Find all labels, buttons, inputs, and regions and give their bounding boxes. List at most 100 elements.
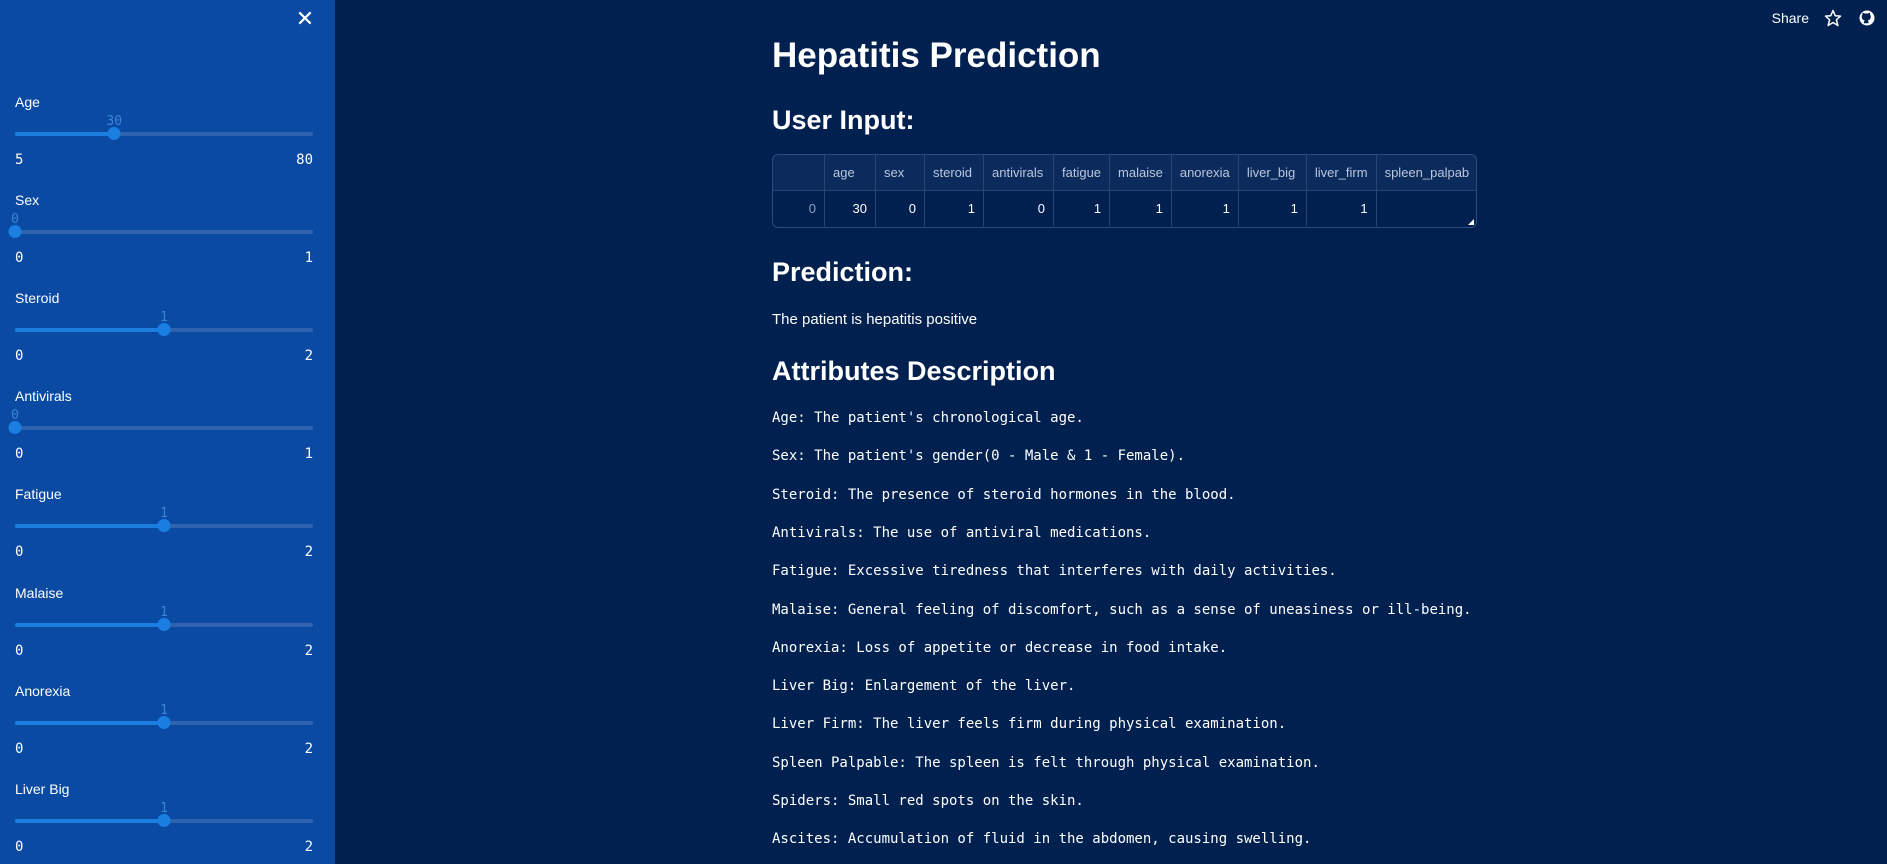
slider-fill xyxy=(15,819,164,823)
slider-max: 2 xyxy=(304,643,313,659)
slider-label: Anorexia xyxy=(15,683,71,699)
table-cell[interactable] xyxy=(1376,190,1476,226)
slider-thumb[interactable] xyxy=(157,519,171,532)
attribute-description: Anorexia: Loss of appetite or decrease i… xyxy=(772,639,1228,656)
table-column-header[interactable]: sex xyxy=(875,155,925,191)
slider-sex: Sex 0 0 1 xyxy=(8,192,313,282)
table-column-header[interactable]: liver_big xyxy=(1238,155,1307,191)
page-title: Hepatitis Prediction xyxy=(772,36,1101,75)
resize-handle-icon[interactable] xyxy=(1468,219,1474,225)
slider-min: 0 xyxy=(15,544,24,560)
table-cell[interactable]: 1 xyxy=(1238,190,1307,226)
attribute-description: Ascites: Accumulation of fluid in the ab… xyxy=(772,831,1312,848)
sidebar: ✕ Age 30 5 80 Sex 0 0 1 Steroid 1 0 2 Antivirals 0 0 1 F… xyxy=(0,0,335,864)
slider-track[interactable] xyxy=(15,519,313,532)
attribute-description: Sex: The patient's gender(0 - Male & 1 -… xyxy=(772,448,1186,465)
slider-track[interactable] xyxy=(15,127,313,140)
slider-thumb[interactable] xyxy=(157,814,171,827)
table-row-index[interactable]: 0 xyxy=(773,190,825,226)
table-column-header[interactable]: anorexia xyxy=(1171,155,1239,191)
slider-fill xyxy=(15,328,164,332)
slider-label: Steroid xyxy=(15,290,60,306)
attribute-description: Spleen Palpable: The spleen is felt thro… xyxy=(772,754,1320,771)
table-row: 0 30 0 1 0 1 1 1 1 1 xyxy=(773,190,1476,226)
slider-thumb[interactable] xyxy=(157,716,171,729)
table-column-header[interactable]: steroid xyxy=(924,155,984,191)
table-cell[interactable]: 1 xyxy=(1053,190,1111,226)
table-cell[interactable]: 1 xyxy=(1109,190,1172,226)
slider-track[interactable] xyxy=(15,716,313,729)
slider-min: 0 xyxy=(15,348,24,364)
table-column-header[interactable]: antivirals xyxy=(983,155,1054,191)
slider-max: 80 xyxy=(296,152,313,168)
slider-fill xyxy=(15,721,164,725)
star-icon[interactable] xyxy=(1823,8,1843,28)
attribute-description: Malaise: General feeling of discomfort, … xyxy=(772,601,1472,618)
slider-thumb[interactable] xyxy=(157,618,171,631)
user-input-heading: User Input: xyxy=(772,105,915,135)
slider-label: Sex xyxy=(15,192,40,208)
slider-label: Liver Big xyxy=(15,781,70,797)
slider-max: 2 xyxy=(304,741,313,757)
slider-label: Fatigue xyxy=(15,486,62,502)
slider-min: 0 xyxy=(15,839,24,855)
slider-max: 2 xyxy=(304,348,313,364)
attribute-description: Spiders: Small red spots on the skin. xyxy=(772,793,1084,809)
table-column-header[interactable]: fatigue xyxy=(1053,155,1111,191)
slider-thumb[interactable] xyxy=(8,225,22,238)
table-header-row: age sex steroid antivirals fatigue malaise ano… xyxy=(773,155,1476,191)
slider-min: 0 xyxy=(15,250,24,266)
close-sidebar-button[interactable]: ✕ xyxy=(293,8,317,32)
attributes-heading: Attributes Description xyxy=(772,356,1056,386)
slider-max: 1 xyxy=(304,446,313,462)
attribute-description: Steroid: The presence of steroid hormone… xyxy=(772,486,1236,503)
attribute-description: Age: The patient's chronological age. xyxy=(772,410,1084,426)
slider-liver-big: Liver Big 1 0 2 xyxy=(15,781,313,864)
slider-thumb[interactable] xyxy=(8,421,22,434)
table-column-header[interactable]: liver_firm xyxy=(1306,155,1377,191)
share-button[interactable]: Share xyxy=(1772,10,1809,26)
user-input-table[interactable]: age sex steroid antivirals fatigue malaise ano… xyxy=(772,154,1477,228)
attribute-description: Liver Firm: The liver feels firm during … xyxy=(772,716,1287,733)
table-cell[interactable]: 1 xyxy=(1171,190,1239,226)
prediction-heading: Prediction: xyxy=(772,257,914,287)
slider-max: 1 xyxy=(304,250,313,266)
slider-max: 2 xyxy=(304,839,313,855)
slider-label: Antivirals xyxy=(15,388,72,404)
table-index-header[interactable] xyxy=(773,155,825,191)
slider-steroid: Steroid 1 0 2 xyxy=(15,290,313,380)
github-icon[interactable] xyxy=(1857,8,1877,28)
slider-track[interactable] xyxy=(8,225,313,238)
attribute-description: Antivirals: The use of antiviral medicat… xyxy=(772,524,1152,541)
slider-fatigue: Fatigue 1 0 2 xyxy=(15,486,313,576)
slider-min: 0 xyxy=(15,741,24,757)
slider-anorexia: Anorexia 1 0 2 xyxy=(15,683,313,773)
slider-min: 0 xyxy=(15,446,24,462)
table-column-header[interactable]: malaise xyxy=(1109,155,1172,191)
slider-thumb[interactable] xyxy=(107,127,121,140)
slider-fill xyxy=(15,623,164,627)
table-cell[interactable]: 0 xyxy=(875,190,925,226)
slider-track[interactable] xyxy=(15,323,313,336)
table-cell[interactable]: 0 xyxy=(983,190,1054,226)
slider-track[interactable] xyxy=(15,814,313,827)
table-cell[interactable]: 30 xyxy=(824,190,876,226)
slider-fill xyxy=(15,524,164,528)
table-column-header[interactable]: age xyxy=(824,155,876,191)
slider-min: 0 xyxy=(15,643,24,659)
prediction-result: The patient is hepatitis positive xyxy=(772,311,978,328)
top-toolbar: Share xyxy=(1772,8,1877,28)
attribute-description: Fatigue: Excessive tiredness that interf… xyxy=(772,563,1337,580)
table-cell[interactable]: 1 xyxy=(924,190,984,226)
slider-track[interactable] xyxy=(15,618,313,631)
slider-label: Age xyxy=(15,94,40,110)
slider-fill xyxy=(15,132,115,136)
slider-age: Age 30 5 80 xyxy=(15,94,313,184)
table-column-header[interactable]: spleen_palpab xyxy=(1376,155,1476,191)
slider-track[interactable] xyxy=(8,421,313,434)
slider-thumb[interactable] xyxy=(157,323,171,336)
slider-antivirals: Antivirals 0 0 1 xyxy=(8,388,313,478)
table-cell[interactable]: 1 xyxy=(1306,190,1377,226)
slider-malaise: Malaise 1 0 2 xyxy=(15,585,313,675)
attribute-description: Liver Big: Enlargement of the liver. xyxy=(772,678,1076,695)
